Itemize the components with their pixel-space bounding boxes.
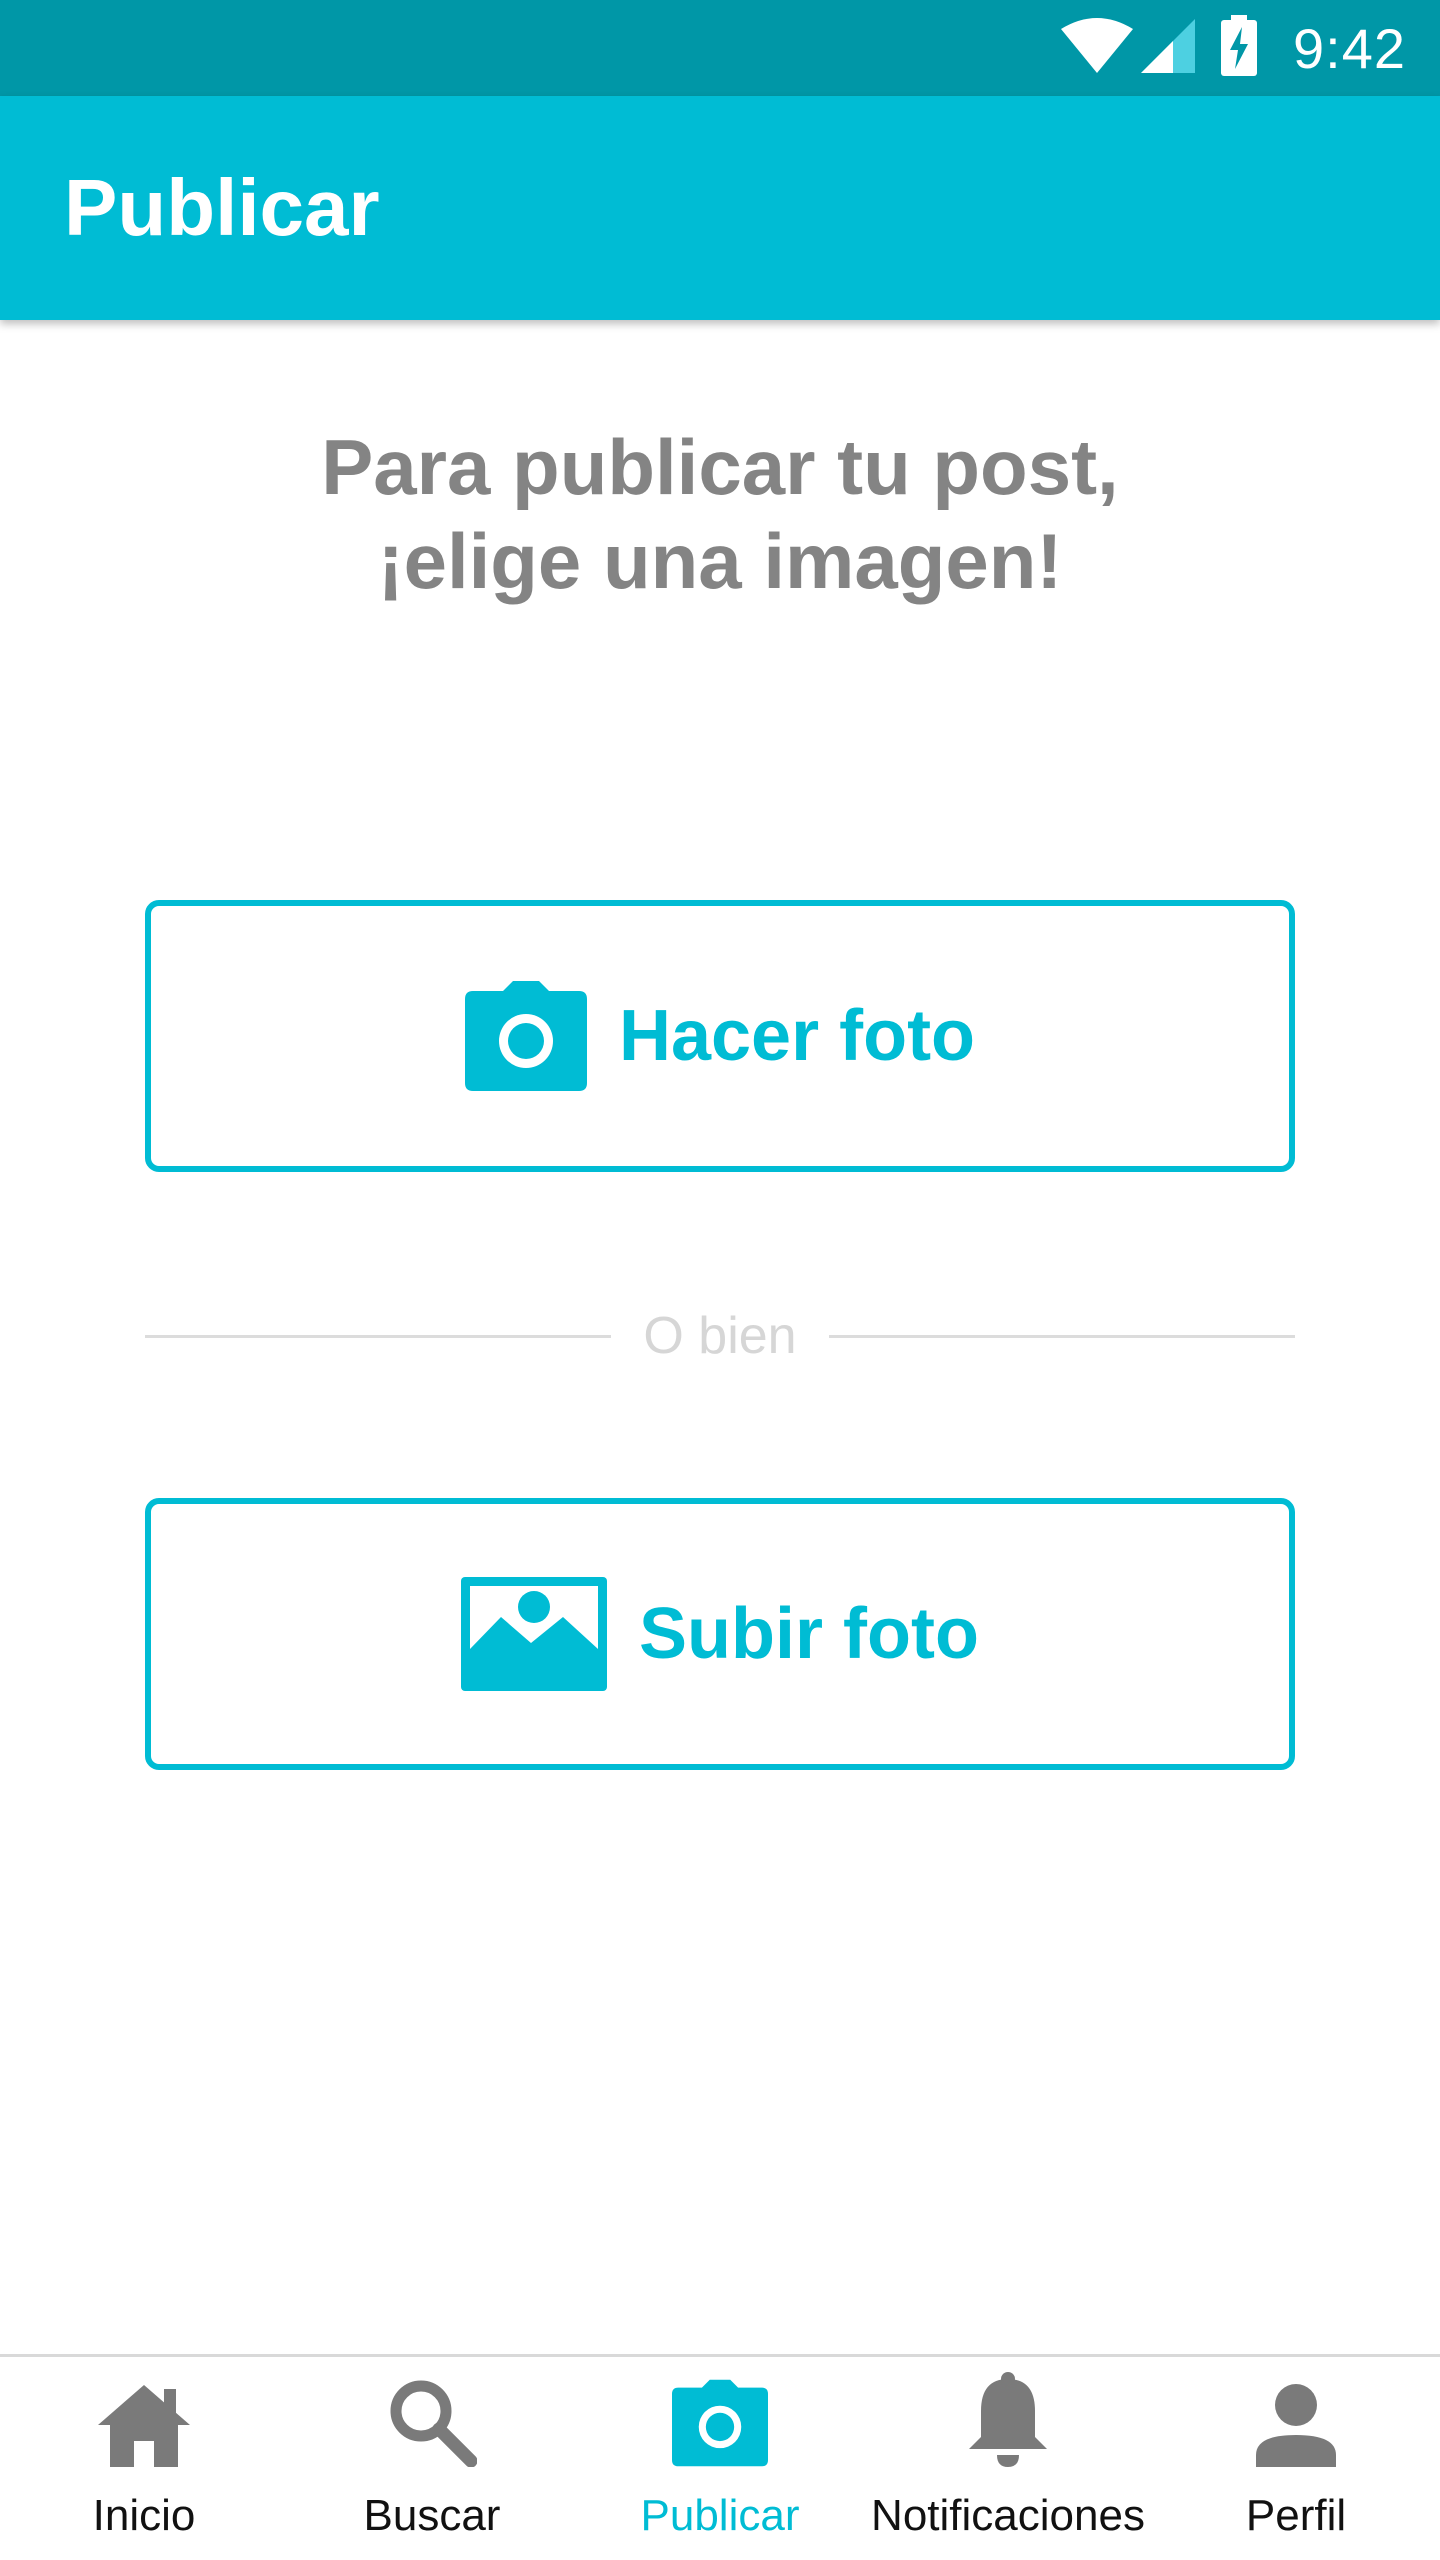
- divider-line-left: [145, 1334, 612, 1338]
- nav-label-inicio: Inicio: [92, 2491, 196, 2540]
- page-title: Publicar: [64, 163, 380, 252]
- nav-item-inicio[interactable]: Inicio: [0, 2357, 288, 2560]
- nav-item-publicar[interactable]: Publicar: [576, 2357, 864, 2560]
- take-photo-button[interactable]: Hacer foto: [145, 900, 1295, 1172]
- nav-item-buscar[interactable]: Buscar: [288, 2357, 576, 2560]
- publish-prompt: Para publicar tu post, ¡elige una imagen…: [0, 420, 1440, 608]
- nav-label-publicar: Publicar: [640, 2491, 800, 2540]
- divider-line-right: [828, 1334, 1295, 1338]
- app-bar: Publicar: [0, 96, 1440, 320]
- nav-label-notificaciones: Notificaciones: [871, 2491, 1145, 2540]
- divider-text: O bien: [643, 1307, 797, 1365]
- prompt-line-1: Para publicar tu post,: [321, 423, 1119, 511]
- nav-label-perfil: Perfil: [1245, 2491, 1347, 2540]
- upload-photo-label: Subir foto: [639, 1594, 979, 1674]
- nav-label-buscar: Buscar: [363, 2491, 501, 2540]
- camera-icon: [672, 2357, 768, 2477]
- search-icon: [387, 2357, 477, 2477]
- cell-signal-icon: [1139, 17, 1197, 79]
- battery-charging-icon: [1219, 15, 1259, 81]
- person-icon: [1254, 2357, 1338, 2477]
- bell-icon: [967, 2357, 1049, 2477]
- take-photo-label: Hacer foto: [618, 996, 976, 1076]
- nav-item-perfil[interactable]: Perfil: [1152, 2357, 1440, 2560]
- image-icon: [461, 1577, 608, 1691]
- camera-icon: [464, 981, 587, 1091]
- status-bar: 9:42: [0, 0, 1440, 96]
- or-divider: O bien: [145, 1306, 1295, 1366]
- status-time: 9:42: [1293, 16, 1406, 80]
- prompt-line-2: ¡elige una imagen!: [377, 517, 1063, 605]
- wifi-icon: [1059, 17, 1135, 79]
- nav-item-notificaciones[interactable]: Notificaciones: [864, 2357, 1152, 2560]
- upload-photo-button[interactable]: Subir foto: [145, 1498, 1295, 1770]
- home-icon: [96, 2357, 192, 2477]
- bottom-nav: Inicio Buscar Publicar Notificaciones Pe…: [0, 2354, 1440, 2560]
